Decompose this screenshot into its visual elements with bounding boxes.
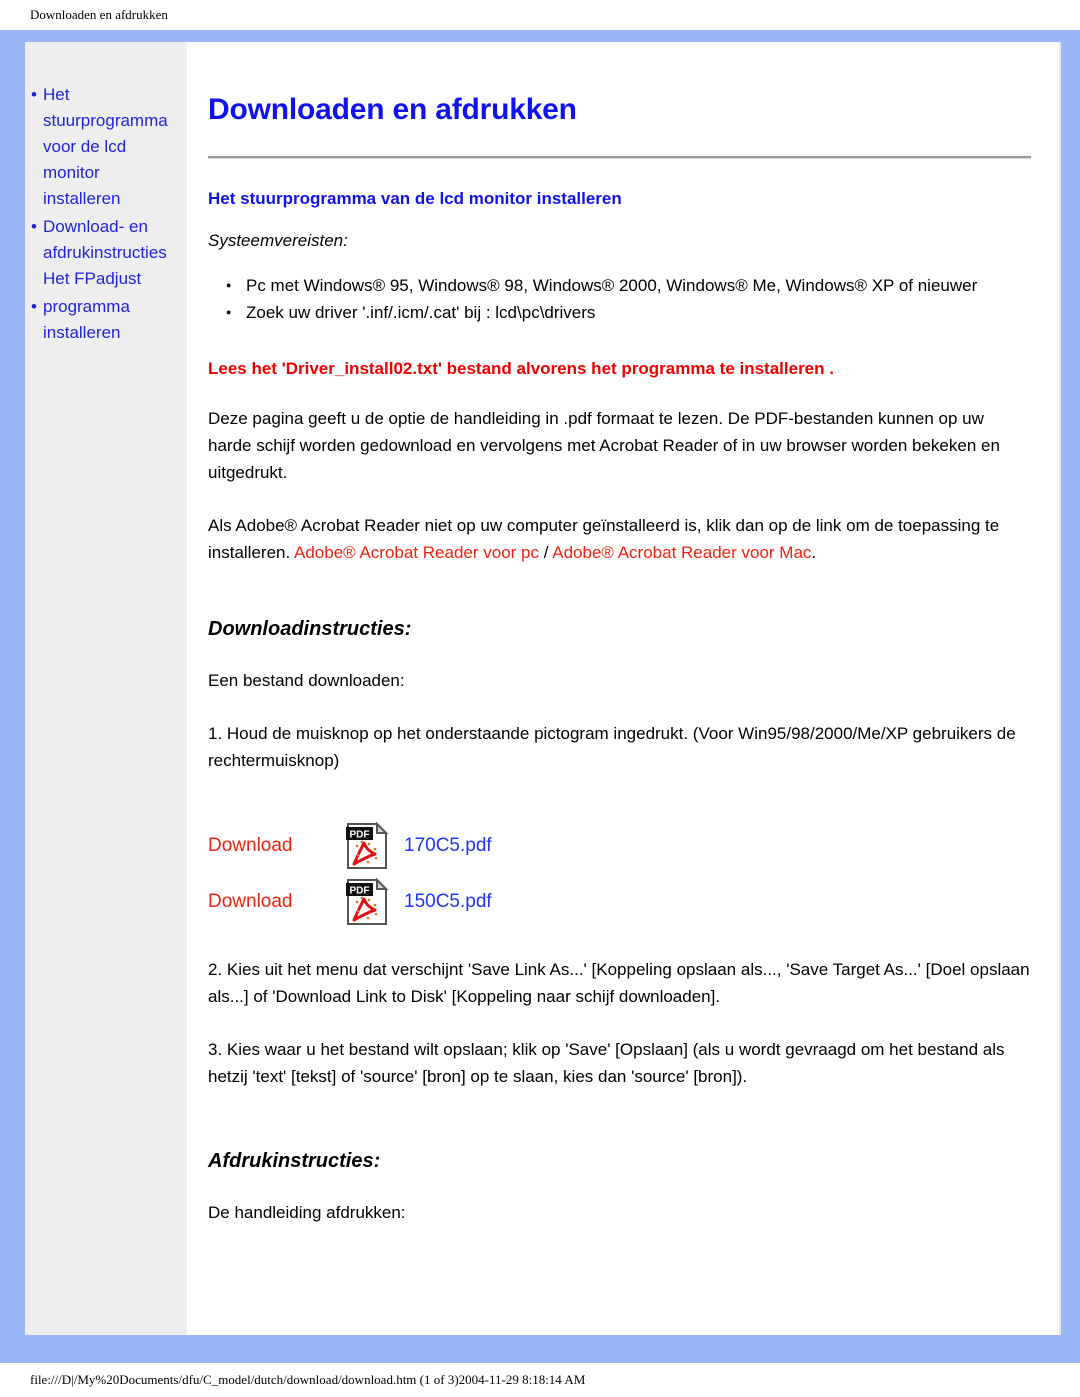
download-step-3: 3. Kies waar u het bestand wilt opslaan;… [208, 1040, 1005, 1086]
pdf-file-icon[interactable]: PDF [328, 821, 404, 871]
title-divider [208, 156, 1031, 159]
bullet-icon: • [31, 217, 37, 236]
acrobat-reader-mac-link[interactable]: Adobe® Acrobat Reader voor Mac [552, 543, 811, 562]
download-intro-text: Een bestand downloaden: [208, 671, 405, 690]
print-instructions-heading: Afdrukinstructies: [208, 1150, 381, 1172]
acrobat-paragraph-tail: . [811, 543, 817, 562]
download-list: Download PDF 170C5.pdf Download PDF 150C… [208, 818, 1031, 930]
bullet-icon: • [31, 297, 37, 316]
download-step-1: 1. Houd de muisknop op het onderstaande … [208, 724, 1016, 770]
download-link[interactable]: Download [208, 835, 328, 857]
pdf-file-icon[interactable]: PDF [328, 877, 404, 927]
print-intro-text: De handleiding afdrukken: [208, 1203, 406, 1222]
download-instructions-heading: Downloadinstructies: [208, 618, 412, 640]
print-header-title: Downloaden en afdrukken [30, 7, 168, 22]
requirement-item: Zoek uw driver '.inf/.icm/.cat' bij : lc… [226, 300, 1031, 325]
footer-path-text: file:///D|/My%20Documents/dfu/C_model/du… [30, 1372, 586, 1387]
requirements-list: Pc met Windows® 95, Windows® 98, Windows… [208, 273, 1031, 325]
download-step-2: 2. Kies uit het menu dat verschijnt 'Sav… [208, 960, 1030, 1006]
page-body: • Het stuurprogramma voor de lcd monitor… [25, 42, 1061, 1335]
sidebar-item-download-print[interactable]: • Download- en afdrukinstructies Het FPa… [31, 214, 181, 292]
page-footer: file:///D|/My%20Documents/dfu/C_model/du… [0, 1363, 1080, 1397]
download-row: Download PDF [208, 818, 1031, 874]
print-header: Downloaden en afdrukken [0, 0, 1080, 30]
download-link[interactable]: Download [208, 891, 328, 913]
bullet-icon: • [31, 85, 37, 104]
page-frame: • Het stuurprogramma voor de lcd monitor… [0, 30, 1080, 1363]
sidebar-item-label[interactable]: Het stuurprogramma voor de lcd monitor i… [43, 82, 168, 212]
pdf-file-name[interactable]: 150C5.pdf [404, 891, 492, 913]
sidebar-item-driver-install[interactable]: • Het stuurprogramma voor de lcd monitor… [31, 82, 181, 212]
section-title: Het stuurprogramma van de lcd monitor in… [208, 189, 622, 208]
acrobat-reader-pc-link[interactable]: Adobe® Acrobat Reader voor pc [294, 543, 539, 562]
sidebar: • Het stuurprogramma voor de lcd monitor… [25, 42, 188, 1335]
link-separator: / [539, 543, 553, 562]
acrobat-reader-paragraph: Als Adobe® Acrobat Reader niet op uw com… [208, 512, 1031, 566]
system-requirements-label: Systeemvereisten: [208, 231, 348, 250]
pdf-info-paragraph: Deze pagina geeft u de optie de handleid… [208, 409, 1000, 482]
main-content: Downloaden en afdrukken Het stuurprogram… [188, 42, 1061, 1335]
sidebar-item-label[interactable]: programma installeren [43, 294, 130, 346]
sidebar-nav: • Het stuurprogramma voor de lcd monitor… [25, 82, 187, 346]
requirement-item: Pc met Windows® 95, Windows® 98, Windows… [226, 273, 1031, 298]
svg-text:PDF: PDF [350, 886, 370, 897]
download-row: Download PDF [208, 874, 1031, 930]
svg-text:PDF: PDF [350, 830, 370, 841]
sidebar-item-label[interactable]: Download- en afdrukinstructies Het FPadj… [43, 214, 167, 292]
pdf-file-name[interactable]: 170C5.pdf [404, 835, 492, 857]
page-title: Downloaden en afdrukken [208, 93, 577, 126]
sidebar-item-fpadjust-program[interactable]: • programma installeren [31, 294, 181, 346]
driver-install-warning: Lees het 'Driver_install02.txt' bestand … [208, 359, 834, 378]
